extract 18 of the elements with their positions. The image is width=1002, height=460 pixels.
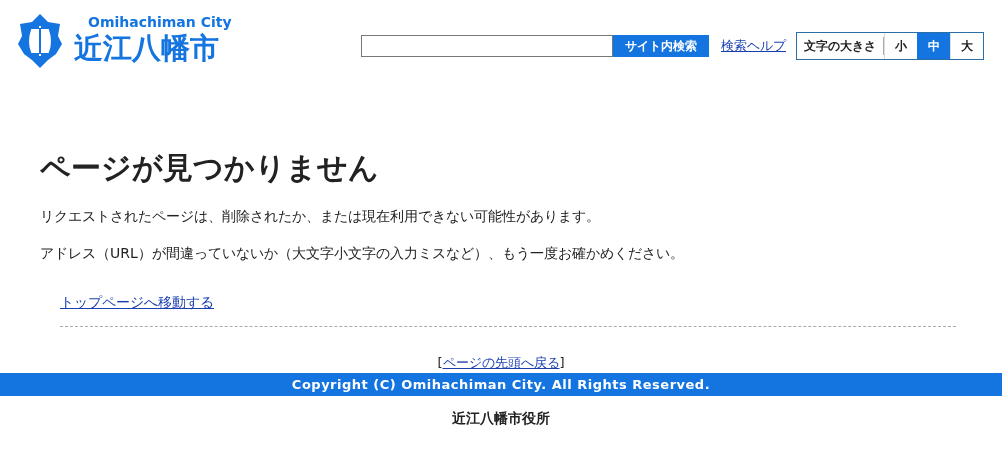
top-page-link[interactable]: トップページへ移動する [60, 294, 214, 310]
office-name: 近江八幡市役所 [452, 409, 550, 428]
message-text: リクエストされたページは、削除されたか、または現在利用できない可能性があります。 [40, 207, 601, 226]
font-size-option[interactable]: 大 [950, 33, 983, 59]
logo-subtitle: Omihachiman City [88, 14, 232, 30]
search-help-link[interactable]: 検索ヘルプ [721, 36, 786, 56]
font-size-label: 文字の大きさ [797, 37, 884, 55]
back-to-top-link[interactable]: ページの先頭へ戻る [442, 355, 560, 371]
copyright-text: Copyright (C) Omihachiman City. All Rights Reserved. [291, 375, 711, 394]
city-emblem-icon [18, 14, 62, 68]
message-text: アドレス（URL）が間違っていないか（大文字小文字の入力ミスなど）、もう一度お確かめください。 [40, 244, 685, 263]
logo-title: 近江八幡市 [74, 30, 220, 66]
search-field[interactable] [361, 35, 613, 57]
page-heading: ページが見つかりません [40, 149, 380, 187]
font-size-option[interactable]: 中 [917, 33, 950, 59]
bracket: [ [437, 355, 443, 371]
bracket: ] [559, 355, 565, 371]
search-button[interactable]: サイト内検索 [613, 35, 709, 57]
